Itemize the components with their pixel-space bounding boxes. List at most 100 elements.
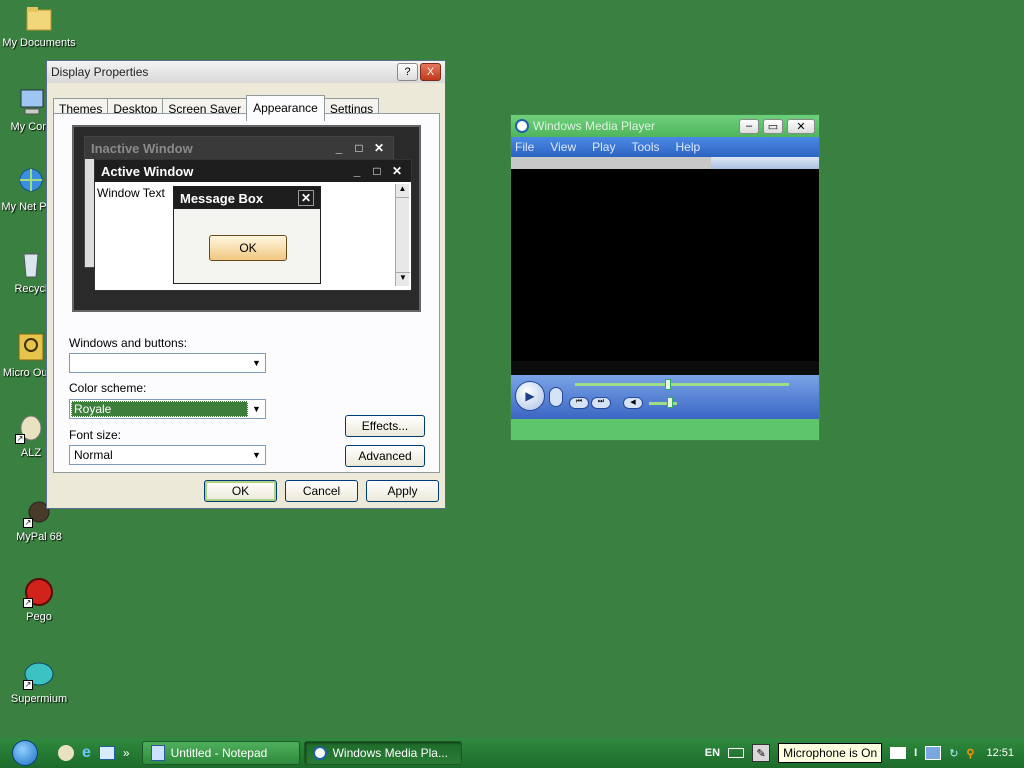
- windows-buttons-label: Windows and buttons:: [69, 336, 188, 350]
- keyboard-icon[interactable]: [728, 748, 745, 758]
- desktop-icon-my-documents[interactable]: My Documents: [0, 2, 78, 49]
- shortcut-arrow-icon: ↗: [23, 518, 33, 528]
- preview-scrollbar: ▲ ▼: [395, 184, 410, 286]
- advanced-button[interactable]: Advanced: [345, 445, 425, 467]
- windows-buttons-select[interactable]: ▼: [69, 353, 266, 373]
- alz-quicklaunch-icon[interactable]: [58, 745, 74, 761]
- taskbar: e » Untitled - Notepad Windows Media Pla…: [0, 738, 1024, 768]
- color-scheme-label: Color scheme:: [69, 381, 147, 395]
- video-area: [511, 169, 819, 375]
- close-button[interactable]: X: [420, 63, 441, 81]
- menu-play[interactable]: Play: [592, 140, 615, 154]
- menu-help[interactable]: Help: [676, 140, 701, 154]
- chevron-down-icon: ▼: [252, 404, 261, 414]
- supermium-icon: ↗: [23, 658, 55, 690]
- mute-button[interactable]: ◀: [623, 397, 643, 409]
- preview-inactive-title: Inactive Window: [91, 140, 193, 156]
- preview-message-box: Message Box ✕ OK: [173, 186, 321, 284]
- start-button[interactable]: [0, 738, 50, 768]
- desktop-icon-label: MyPal 68: [16, 531, 62, 543]
- wmp-logo-icon: [515, 119, 529, 133]
- microphone-icon[interactable]: ✎: [752, 744, 771, 762]
- desktop-icon-supermium[interactable]: ↗ Supermium: [0, 658, 78, 705]
- chevron-down-icon: ▼: [252, 450, 261, 460]
- preview-message-box-title: Message Box: [180, 190, 264, 206]
- close-icon: ✕: [298, 190, 314, 206]
- previous-button[interactable]: ⏮: [569, 397, 589, 409]
- window-title: Windows Media Player: [533, 119, 656, 133]
- help-button[interactable]: ?: [397, 63, 418, 81]
- font-size-label: Font size:: [69, 428, 122, 442]
- effects-button[interactable]: Effects...: [345, 415, 425, 437]
- font-size-select[interactable]: Normal ▼: [69, 445, 266, 465]
- menu-file[interactable]: File: [515, 140, 534, 154]
- window-title: Display Properties: [51, 65, 149, 79]
- cancel-button[interactable]: Cancel: [285, 480, 358, 502]
- task-label: Untitled - Notepad: [170, 746, 268, 760]
- internet-explorer-icon[interactable]: e: [82, 744, 91, 762]
- language-indicator[interactable]: EN: [705, 747, 720, 759]
- title-bar[interactable]: Display Properties ? X: [47, 61, 445, 83]
- appearance-panel: Inactive Window _ □ ✕ Active Window _ □ …: [53, 113, 440, 473]
- menu-view[interactable]: View: [550, 140, 576, 154]
- play-button[interactable]: ▶: [515, 381, 545, 411]
- quick-launch: e »: [50, 744, 138, 762]
- preview-ok-button: OK: [209, 235, 287, 261]
- quick-launch-chevron-icon[interactable]: »: [123, 746, 130, 760]
- folder-icon: [23, 2, 55, 34]
- seek-thumb-icon[interactable]: [665, 379, 671, 390]
- menu-tools[interactable]: Tools: [631, 140, 659, 154]
- next-button[interactable]: ⏭: [591, 397, 611, 409]
- close-icon: ✕: [391, 164, 403, 178]
- minimize-icon: _: [335, 141, 343, 155]
- menu-bar: File View Play Tools Help: [511, 137, 819, 157]
- volume-thumb-icon[interactable]: [667, 397, 673, 408]
- desktop-icon-pego[interactable]: ↗ Pego: [0, 576, 78, 623]
- media-player-window: Windows Media Player – ▭ ✕ File View Pla…: [510, 114, 820, 441]
- search-icon[interactable]: ⚲: [966, 747, 974, 760]
- task-notepad[interactable]: Untitled - Notepad: [141, 741, 300, 765]
- stop-button[interactable]: [549, 387, 563, 407]
- taskbar-strip: [511, 157, 819, 169]
- windows-logo-icon: [12, 740, 38, 766]
- seek-bar[interactable]: [575, 383, 789, 386]
- outlook-icon: [15, 332, 47, 364]
- display-properties-window: Display Properties ? X Themes Desktop Sc…: [46, 60, 446, 509]
- task-label: Windows Media Pla...: [332, 746, 448, 760]
- apply-button[interactable]: Apply: [366, 480, 439, 502]
- chevron-down-icon: ▼: [252, 358, 261, 368]
- title-bar[interactable]: Windows Media Player – ▭ ✕: [511, 115, 819, 137]
- wmp-task-icon: [312, 746, 327, 760]
- appearance-preview: Inactive Window _ □ ✕ Active Window _ □ …: [72, 125, 421, 312]
- scroll-up-icon: ▲: [396, 184, 409, 198]
- clock[interactable]: 12:51: [986, 747, 1014, 759]
- close-button[interactable]: ✕: [787, 118, 815, 134]
- ok-button[interactable]: OK: [204, 480, 277, 502]
- minimize-icon: _: [353, 164, 361, 178]
- task-media-player[interactable]: Windows Media Pla...: [303, 741, 462, 765]
- playback-controls: ▶ ⏮ ⏭ ◀: [511, 375, 819, 419]
- text-cursor-icon[interactable]: I: [914, 747, 917, 759]
- recycle-bin-icon: [15, 248, 47, 280]
- preview-active-title: Active Window: [101, 163, 194, 179]
- tab-appearance[interactable]: Appearance: [246, 95, 325, 121]
- sync-icon[interactable]: ↻: [949, 747, 958, 760]
- preview-window-text: Window Text: [97, 186, 165, 200]
- outlook-express-icon[interactable]: [98, 746, 115, 760]
- pego-icon: ↗: [23, 576, 55, 608]
- network-icon[interactable]: [925, 746, 942, 760]
- system-tray: EN ✎ Microphone is On I ↻ ⚲ 12:51: [705, 738, 1024, 768]
- scroll-down-icon: ▼: [396, 272, 410, 286]
- minimize-button[interactable]: –: [739, 118, 759, 134]
- now-playing-progress: [511, 157, 711, 169]
- color-scheme-select[interactable]: Royale ▼: [69, 399, 266, 419]
- shortcut-arrow-icon: ↗: [23, 680, 33, 690]
- speech-icon[interactable]: [890, 747, 907, 759]
- restore-button[interactable]: ▭: [763, 118, 783, 134]
- desktop-icon-label: Supermium: [10, 693, 68, 705]
- microphone-tooltip: Microphone is On: [778, 743, 883, 763]
- desktop-icon-label: My Documents: [2, 37, 76, 49]
- desktop-icon-label: Pego: [26, 611, 52, 623]
- shortcut-arrow-icon: ↗: [23, 598, 33, 608]
- computer-icon: [15, 86, 47, 118]
